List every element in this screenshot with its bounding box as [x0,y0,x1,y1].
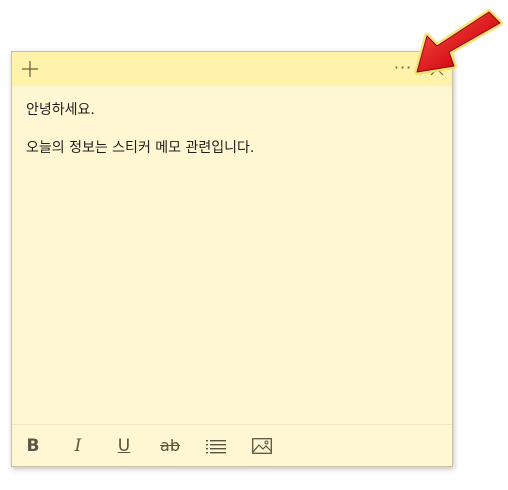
sticky-note-window: ··· 안녕하세요. 오늘의 정보는 스티커 메모 관련입니다. B I U a… [11,51,453,467]
image-icon [252,437,272,454]
insert-image-button[interactable] [247,425,277,466]
bold-button[interactable]: B [18,425,48,466]
red-arrow-icon [414,9,503,75]
strikethrough-button[interactable]: ab [155,425,185,466]
underline-button[interactable]: U [109,425,139,466]
plus-icon [22,61,38,77]
formatting-toolbar: B I U ab [12,424,452,466]
italic-button[interactable]: I [63,425,93,466]
note-line: 오늘의 정보는 스티커 메모 관련입니다. [26,140,255,156]
add-note-button[interactable] [16,52,44,86]
note-content[interactable]: 안녕하세요. 오늘의 정보는 스티커 메모 관련입니다. [26,100,438,158]
bullet-list-button[interactable] [201,425,231,466]
list-icon [206,439,226,453]
note-titlebar[interactable]: ··· [12,52,452,86]
note-line: 안녕하세요. [26,102,95,118]
